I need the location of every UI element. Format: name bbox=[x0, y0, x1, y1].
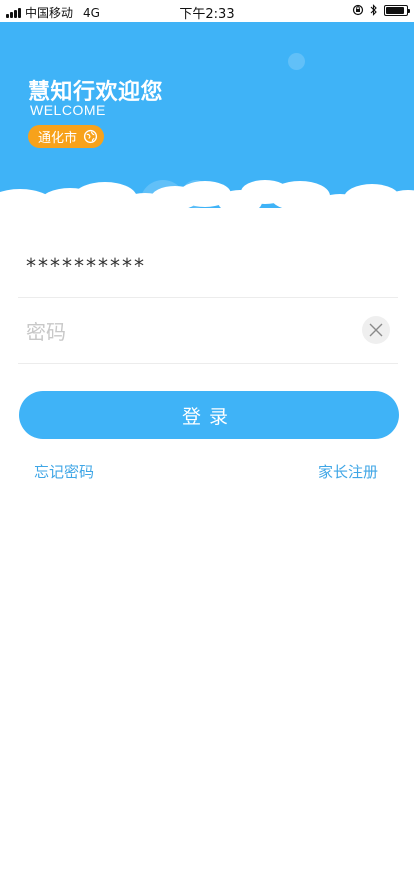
username-input[interactable] bbox=[18, 253, 338, 278]
bluetooth-icon bbox=[370, 4, 377, 16]
parent-register-link[interactable]: 家长注册 bbox=[318, 461, 378, 482]
cloud-divider bbox=[0, 180, 414, 230]
city-label: 通化市 bbox=[38, 131, 78, 146]
welcome-subtitle: WELCOME bbox=[30, 102, 106, 118]
password-field bbox=[18, 300, 398, 364]
username-field bbox=[18, 234, 398, 298]
status-right bbox=[352, 4, 410, 16]
battery-icon bbox=[384, 4, 410, 16]
orientation-lock-icon bbox=[352, 4, 364, 16]
status-bar: 中国移动 4G 下午2:33 bbox=[0, 0, 414, 22]
clear-input-button[interactable] bbox=[362, 316, 390, 344]
forgot-password-link[interactable]: 忘记密码 bbox=[34, 461, 94, 482]
close-icon bbox=[369, 323, 383, 337]
login-button[interactable]: 登录 bbox=[19, 391, 399, 439]
city-selector[interactable]: 通化市 bbox=[28, 125, 105, 148]
password-input[interactable] bbox=[18, 319, 338, 344]
battery-fill bbox=[386, 6, 404, 14]
decor-bubble bbox=[288, 53, 305, 70]
location-target-icon bbox=[83, 129, 98, 144]
